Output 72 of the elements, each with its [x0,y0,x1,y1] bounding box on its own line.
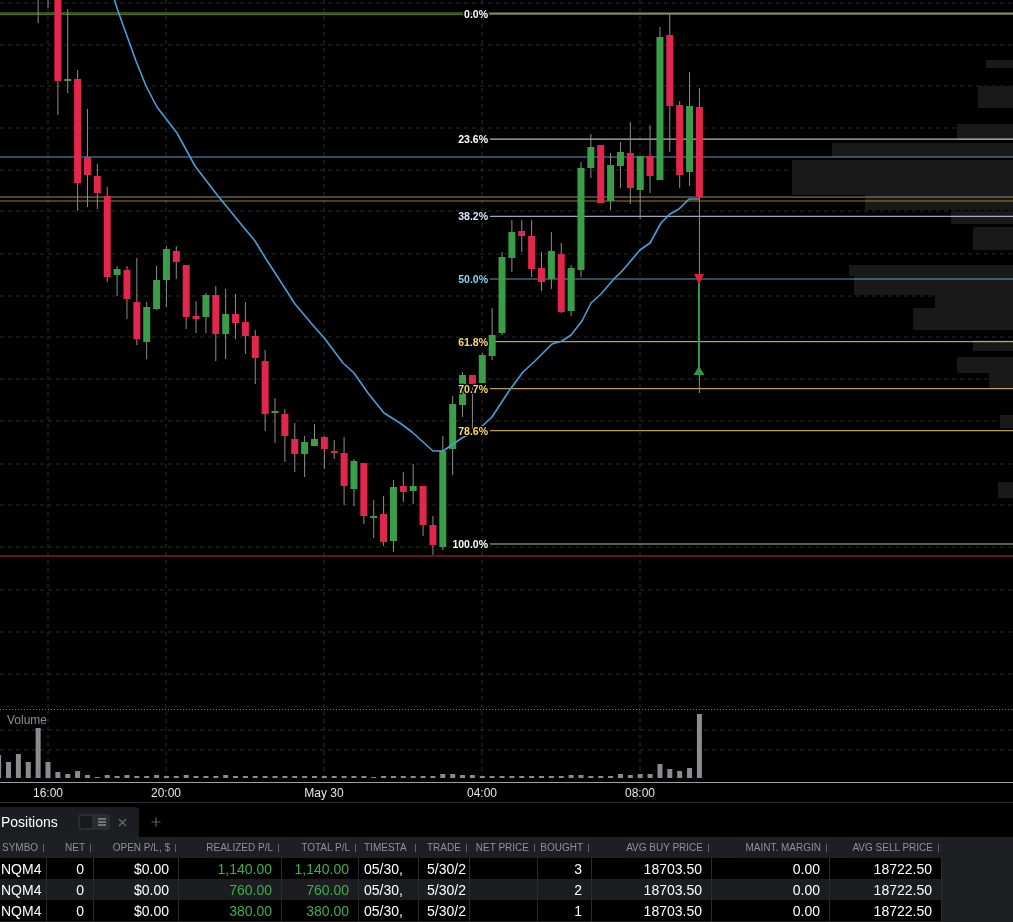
table-cell: NQM4 [0,900,47,921]
volume-bar [696,714,702,778]
volume-bar [15,754,21,778]
column-header[interactable]: REALIZED P/L [179,837,282,858]
table-cell: 05/30, [359,900,419,921]
layout-toggle-icon[interactable] [77,814,110,830]
volume-bar [450,774,456,778]
time-axis-label: May 30 [304,786,344,800]
volume-bar [55,772,61,778]
volume-profile-bar [973,340,1013,351]
time-axis-label: 20:00 [151,786,181,800]
volume-profile-bar [1000,415,1013,428]
volume-bar [104,775,110,778]
volume-profile-bar [973,227,1013,250]
volume-profile-bar [998,482,1013,498]
fib-level-label: 23.6% [458,133,488,146]
column-header[interactable]: TIMESTA [359,837,419,858]
volume-bar [45,762,51,778]
fib-level-label: 38.2% [458,210,488,223]
table-cell: 5/30/2 [419,900,470,921]
volume-bar [75,771,81,778]
volume-bar [124,775,130,778]
table-cell: 18722.50 [830,900,942,921]
column-header[interactable]: OPEN P/L, $ [94,837,179,858]
fib-level-label: 100.0% [452,538,488,550]
volume-bar [578,775,584,778]
table-cell: 380.00 [282,900,359,921]
column-header[interactable]: MAINT. MARGIN [712,837,830,858]
column-header[interactable]: BOUGHT [538,837,592,858]
fib-level-label: 0.0% [464,8,488,20]
volume-bar [647,774,653,778]
volume-bar [460,775,466,778]
volume-pane-title: Volume [7,713,48,727]
volume-profile-bar [978,86,1013,108]
volume-bar [657,764,663,778]
time-axis-label: 04:00 [467,786,497,800]
column-header[interactable]: NET [47,837,94,858]
volume-bar [637,774,643,778]
tab[interactable]: Positions [0,807,139,837]
volume-bar [667,769,673,778]
table-cell: 1 [538,900,592,921]
volume-bar [617,774,623,778]
table-cell: $0.00 [94,900,179,921]
volume-bar [469,775,475,778]
column-header[interactable]: NET PRICE [470,837,538,858]
column-header[interactable]: SYMBO [0,837,47,858]
column-header[interactable]: TRADE [419,837,470,858]
table-cell: 18703.50 [592,900,712,921]
time-axis-label: 16:00 [33,786,63,800]
volume-bar [687,768,693,778]
volume-bar [223,775,229,778]
volume-bar [85,775,90,778]
fib-level-label: 50.0% [458,273,488,285]
volume-bar [568,775,574,778]
volume-profile-bar [986,60,1013,68]
volume-bar [154,775,160,778]
volume-bar [440,774,446,778]
fib-level-label: 61.8% [458,335,488,348]
volume-bar [183,775,189,778]
volume-bar [627,775,633,778]
column-header[interactable]: AVG SELL PRICE [830,837,942,858]
volume-bar [25,762,31,778]
column-header[interactable]: AVG BUY PRICE [592,837,712,858]
volume-bar [35,728,41,778]
table-cell: 380.00 [179,900,282,921]
time-axis-label: 08:00 [625,786,655,800]
volume-bar [65,774,71,778]
volume-bar [6,762,11,778]
table-cell: 0 [47,900,94,921]
volume-bar [677,771,683,778]
table-cell: 0.00 [712,900,830,921]
column-header[interactable]: TOTAL P/L [282,837,359,858]
